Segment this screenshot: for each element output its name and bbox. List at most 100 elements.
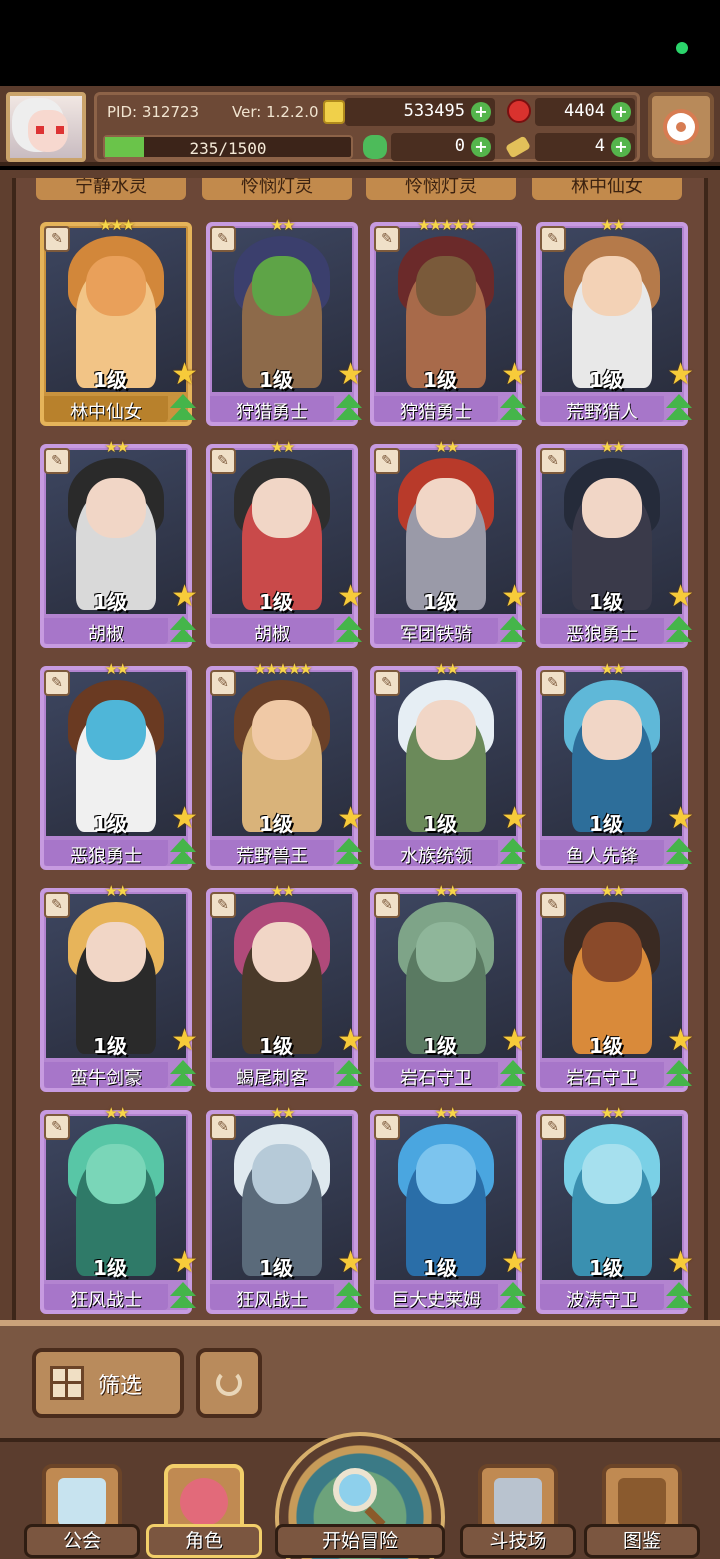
character-card[interactable]: ★★ ✎ 1级 ★ 狩猎勇士 xyxy=(206,216,364,426)
level-up-icon[interactable] xyxy=(498,616,528,644)
level-up-icon[interactable] xyxy=(498,838,528,866)
star-upgrade-icon[interactable]: ★ xyxy=(501,582,528,612)
character-card[interactable]: ★★ ✎ 1级 ★ 军团铁骑 xyxy=(370,438,528,648)
player-avatar[interactable] xyxy=(6,92,86,162)
nav-arena[interactable]: 斗技场 xyxy=(460,1464,576,1559)
partial-card[interactable]: 宁静水灵 xyxy=(36,178,186,200)
gold-counter: 533495 + xyxy=(345,98,495,126)
star-upgrade-icon[interactable]: ★ xyxy=(171,804,198,834)
nav-adventure[interactable]: 开始冒险 xyxy=(275,1432,445,1559)
character-card[interactable]: ★★★★★ ✎ 1级 ★ 狩猎勇士 xyxy=(370,216,528,426)
class-icon: ✎ xyxy=(374,892,400,918)
add-gold-button[interactable]: + xyxy=(471,102,491,122)
character-card[interactable]: ★★ ✎ 1级 ★ 恶狼勇士 xyxy=(536,438,694,648)
character-card[interactable]: ★★ ✎ 1级 ★ 狂风战士 xyxy=(40,1104,198,1314)
portrait-head xyxy=(252,1144,312,1204)
level-up-icon[interactable] xyxy=(664,838,694,866)
portrait-head xyxy=(582,700,642,760)
character-card[interactable]: ★★ ✎ 1级 ★ 蝎尾刺客 xyxy=(206,882,364,1092)
level-up-icon[interactable] xyxy=(664,616,694,644)
level-up-icon[interactable] xyxy=(664,1060,694,1088)
nav-codex-label: 图鉴 xyxy=(584,1524,700,1558)
star-upgrade-icon[interactable]: ★ xyxy=(171,582,198,612)
star-upgrade-icon[interactable]: ★ xyxy=(667,582,694,612)
portrait-head xyxy=(252,700,312,760)
character-card[interactable]: ★★ ✎ 1级 ★ 蛮牛剑豪 xyxy=(40,882,198,1092)
star-upgrade-icon[interactable]: ★ xyxy=(501,360,528,390)
character-level: 1级 xyxy=(423,368,457,392)
level-up-icon[interactable] xyxy=(334,616,364,644)
add-gem-button[interactable]: + xyxy=(611,102,631,122)
character-card[interactable]: ★★ ✎ 1级 ★ 狂风战士 xyxy=(206,1104,364,1314)
star-upgrade-icon[interactable]: ★ xyxy=(171,1026,198,1056)
portrait-head xyxy=(252,478,312,538)
settings-button[interactable] xyxy=(648,92,714,162)
character-name: 荒野猎人 xyxy=(566,402,638,423)
partial-card-name: 林中仙女 xyxy=(571,178,643,197)
character-card[interactable]: ★★ ✎ 1级 ★ 荒野猎人 xyxy=(536,216,694,426)
character-card[interactable]: ★★ ✎ 1级 ★ 胡椒 xyxy=(40,438,198,648)
class-icon: ✎ xyxy=(540,892,566,918)
level-up-icon[interactable] xyxy=(168,1060,198,1088)
level-up-icon[interactable] xyxy=(334,1282,364,1310)
level-up-icon[interactable] xyxy=(168,1282,198,1310)
nav-codex[interactable]: 图鉴 xyxy=(584,1464,700,1559)
character-card[interactable]: ★★ ✎ 1级 ★ 岩石守卫 xyxy=(370,882,528,1092)
character-card[interactable]: ★★ ✎ 1级 ★ 胡椒 xyxy=(206,438,364,648)
character-card[interactable]: ★★ ✎ 1级 ★ 恶狼勇士 xyxy=(40,660,198,870)
star-upgrade-icon[interactable]: ★ xyxy=(667,360,694,390)
star-upgrade-icon[interactable]: ★ xyxy=(337,804,364,834)
level-up-icon[interactable] xyxy=(168,838,198,866)
add-clover-button[interactable]: + xyxy=(471,137,491,157)
star-upgrade-icon[interactable]: ★ xyxy=(337,582,364,612)
star-upgrade-icon[interactable]: ★ xyxy=(337,360,364,390)
character-roster-panel: 宁静水灵 怜悯灯灵 怜悯灯灵 林中仙女 ★ ★ ★ ✎ 1级 ★ 林中仙女 ★ ★ ✎ 1级 ★ 狩猎勇… xyxy=(0,170,720,1320)
character-card[interactable]: ★★ ✎ 1级 ★ 波涛守卫 xyxy=(536,1104,694,1314)
level-up-icon[interactable] xyxy=(498,1060,528,1088)
character-card[interactable]: ★★★★★ ✎ 1级 ★ 荒野兽王 xyxy=(206,660,364,870)
partial-card[interactable]: 林中仙女 xyxy=(532,178,682,200)
level-up-icon[interactable] xyxy=(498,394,528,422)
star-upgrade-icon[interactable]: ★ xyxy=(667,1248,694,1278)
star-upgrade-icon[interactable]: ★ xyxy=(667,804,694,834)
character-card[interactable]: ★★ ✎ 1级 ★ 岩石守卫 xyxy=(536,882,694,1092)
character-card[interactable]: ★★ ✎ 1级 ★ 水族统领 xyxy=(370,660,528,870)
sort-button[interactable] xyxy=(196,1348,262,1418)
portrait-head xyxy=(416,478,476,538)
partial-card[interactable]: 怜悯灯灵 xyxy=(366,178,516,200)
level-up-icon[interactable] xyxy=(168,616,198,644)
partial-card[interactable]: 怜悯灯灵 xyxy=(202,178,352,200)
player-info-panel: PID: 312723 Ver: 1.2.2.0 533495 + 4404 +… xyxy=(94,92,640,162)
nav-arena-label: 斗技场 xyxy=(460,1524,576,1558)
level-up-icon[interactable] xyxy=(334,838,364,866)
character-card[interactable]: ★★ ✎ 1级 ★ 巨大史莱姆 xyxy=(370,1104,528,1314)
level-up-icon[interactable] xyxy=(498,1282,528,1310)
character-card[interactable]: ★★★ ✎ 1级 ★ 林中仙女 xyxy=(40,216,198,426)
star-upgrade-icon[interactable]: ★ xyxy=(501,1026,528,1056)
star-upgrade-icon[interactable]: ★ xyxy=(501,1248,528,1278)
level-up-icon[interactable] xyxy=(664,394,694,422)
star-upgrade-icon[interactable]: ★ xyxy=(171,360,198,390)
level-up-icon[interactable] xyxy=(334,394,364,422)
character-card[interactable]: ★★ ✎ 1级 ★ 鱼人先锋 xyxy=(536,660,694,870)
portrait-head xyxy=(416,700,476,760)
level-up-icon[interactable] xyxy=(334,1060,364,1088)
star-upgrade-icon[interactable]: ★ xyxy=(337,1248,364,1278)
star-upgrade-icon[interactable]: ★ xyxy=(337,1026,364,1056)
nav-character[interactable]: 角色 xyxy=(146,1464,262,1559)
add-key-button[interactable]: + xyxy=(611,137,631,157)
nav-guild[interactable]: 公会 xyxy=(24,1464,140,1559)
character-name: 波涛守卫 xyxy=(566,1290,638,1311)
star-upgrade-icon[interactable]: ★ xyxy=(501,804,528,834)
character-level: 1级 xyxy=(589,1256,623,1280)
level-up-icon[interactable] xyxy=(664,1282,694,1310)
filter-button[interactable]: 筛选 xyxy=(32,1348,184,1418)
level-up-icon[interactable] xyxy=(168,394,198,422)
class-icon: ✎ xyxy=(540,670,566,696)
star-upgrade-icon[interactable]: ★ xyxy=(667,1026,694,1056)
portrait-head xyxy=(86,256,146,316)
guild-building-icon xyxy=(58,1478,106,1526)
star-upgrade-icon[interactable]: ★ xyxy=(171,1248,198,1278)
character-scroll-area[interactable]: 宁静水灵 怜悯灯灵 怜悯灯灵 林中仙女 ★ ★ ★ ✎ 1级 ★ 林中仙女 ★ ★ ✎ 1级 ★ 狩猎勇… xyxy=(12,178,708,1320)
crossed-swords-icon xyxy=(494,1478,542,1526)
